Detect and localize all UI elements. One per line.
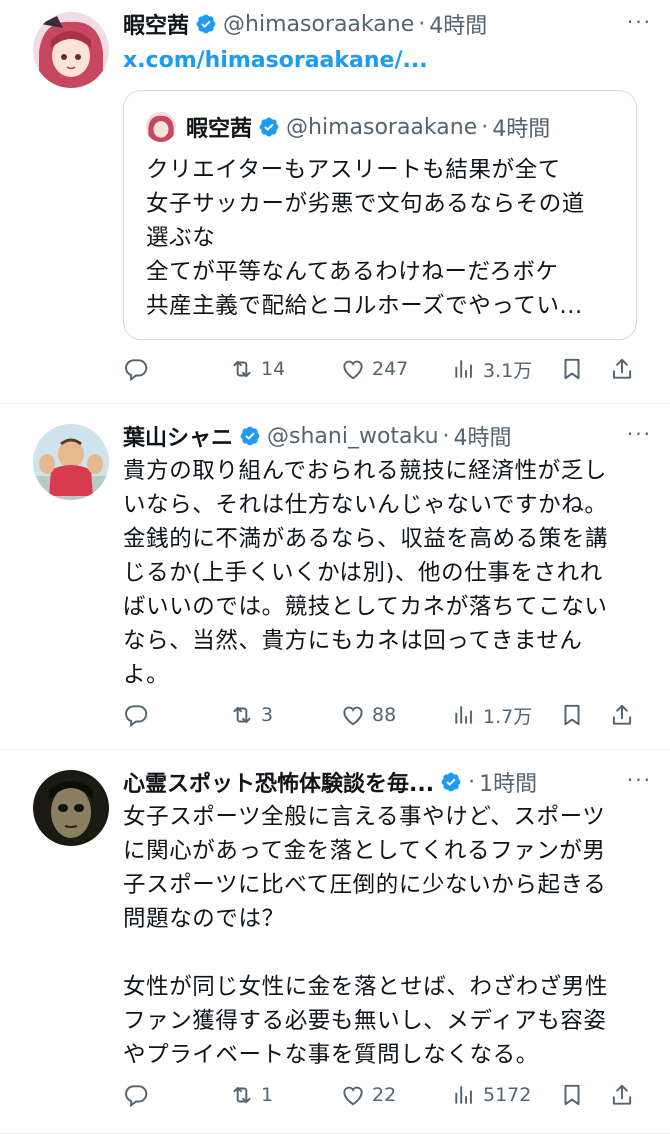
action-bar: 1 22 5172: [123, 1079, 642, 1111]
more-options-icon[interactable]: ···: [627, 422, 652, 446]
bookmark-button[interactable]: [559, 356, 585, 382]
retweet-icon: [229, 1082, 255, 1108]
avatar[interactable]: [33, 424, 109, 500]
like-button[interactable]: 22: [340, 1082, 396, 1108]
display-name[interactable]: 暇空茜: [123, 8, 189, 40]
share-button[interactable]: [609, 702, 635, 728]
like-icon: [340, 702, 366, 728]
quoted-avatar: [146, 112, 176, 142]
reply-icon: [123, 702, 149, 728]
reply-button[interactable]: [123, 702, 149, 728]
retweet-icon: [229, 356, 255, 382]
share-button[interactable]: [609, 1082, 635, 1108]
separator: ·: [418, 11, 426, 37]
separator: ·: [468, 769, 476, 795]
quoted-timestamp: 4時間: [492, 117, 551, 142]
retweet-button[interactable]: 1: [229, 1082, 273, 1108]
avatar[interactable]: [33, 770, 109, 846]
avatar[interactable]: [33, 12, 109, 88]
verified-badge-icon: [195, 13, 217, 35]
share-icon: [609, 356, 635, 382]
like-count: 22: [372, 1084, 397, 1106]
quoted-text: クリエイターもアスリートも結果が全て 女子サッカーが劣悪で文句あるならその道 選…: [146, 157, 585, 319]
views-button[interactable]: 3.1万: [451, 356, 532, 383]
reply-button[interactable]: [123, 1082, 149, 1108]
bookmark-icon: [559, 356, 585, 382]
views-icon: [451, 1082, 477, 1108]
view-count: 1.7万: [483, 705, 533, 728]
retweet-icon: [229, 702, 255, 728]
more-options-icon[interactable]: ···: [627, 10, 652, 34]
view-count: 3.1万: [483, 359, 533, 382]
timestamp[interactable]: 4時間: [429, 8, 487, 40]
views-button[interactable]: 1.7万: [451, 702, 532, 729]
tweet-header: 心霊スポット恐怖体験談を毎... · 1時間 ···: [123, 764, 652, 800]
tweet-link[interactable]: x.com/himasoraakane/...: [123, 48, 652, 73]
timestamp[interactable]: 4時間: [454, 420, 512, 452]
bookmark-button[interactable]: [559, 702, 585, 728]
like-count: 247: [372, 358, 409, 380]
tweet[interactable]: 暇空茜 @himasoraakane · 4時間 ··· x.com/himas…: [0, 0, 670, 404]
quoted-handle: @himasoraakane: [286, 114, 478, 140]
more-options-icon[interactable]: ···: [627, 768, 652, 792]
like-button[interactable]: 247: [340, 356, 408, 382]
retweet-button[interactable]: 3: [229, 702, 273, 728]
handle[interactable]: @himasoraakane: [223, 12, 414, 37]
bookmark-button[interactable]: [559, 1082, 585, 1108]
tweet[interactable]: 葉山シャニ @shani_wotaku · 4時間 ··· 貴方の取り組んでおら…: [0, 404, 670, 750]
tweet-text: 女子スポーツ全般に言える事やけど、スポーツ に関心があって金を落としてくれるファ…: [123, 804, 609, 1068]
verified-badge-icon: [258, 116, 280, 138]
tweet-header: 暇空茜 @himasoraakane · 4時間 ···: [123, 6, 652, 42]
bookmark-icon: [559, 1082, 585, 1108]
retweet-count: 14: [261, 358, 286, 380]
retweet-button[interactable]: 14: [229, 356, 285, 382]
reply-icon: [123, 1082, 149, 1108]
views-button[interactable]: 5172: [451, 1082, 531, 1108]
like-button[interactable]: 88: [340, 702, 396, 728]
separator: ·: [481, 114, 489, 140]
bookmark-icon: [559, 702, 585, 728]
like-count: 88: [372, 704, 397, 726]
reply-button[interactable]: [123, 356, 149, 382]
tweet-text: 貴方の取り組んでおられる競技に経済性が乏し いなら、それは仕方ないんじゃないです…: [123, 458, 609, 688]
retweet-count: 3: [261, 704, 274, 726]
handle[interactable]: @shani_wotaku: [267, 424, 439, 449]
separator: ·: [442, 423, 450, 449]
share-icon: [609, 1082, 635, 1108]
action-bar: 14 247 3.1万: [123, 353, 642, 385]
like-icon: [340, 1082, 366, 1108]
retweet-count: 1: [261, 1084, 274, 1106]
quoted-tweet[interactable]: 暇空茜 @himasoraakane · 4時間 クリエイターもアスリートも結果…: [123, 90, 637, 340]
display-name[interactable]: 葉山シャニ: [123, 420, 233, 452]
share-button[interactable]: [609, 356, 635, 382]
views-icon: [451, 356, 477, 382]
like-icon: [340, 356, 366, 382]
verified-badge-icon: [239, 425, 261, 447]
views-icon: [451, 702, 477, 728]
verified-badge-icon: [440, 771, 462, 793]
reply-icon: [123, 356, 149, 382]
timestamp[interactable]: 1時間: [479, 766, 537, 798]
tweet[interactable]: 心霊スポット恐怖体験談を毎... · 1時間 ··· 女子スポーツ全般に言える事…: [0, 750, 670, 1134]
quoted-display-name: 暇空茜: [186, 117, 253, 142]
view-count: 5172: [483, 1084, 532, 1106]
action-bar: 3 88 1.7万: [123, 699, 642, 731]
tweet-header: 葉山シャニ @shani_wotaku · 4時間 ···: [123, 418, 652, 454]
share-icon: [609, 702, 635, 728]
display-name[interactable]: 心霊スポット恐怖体験談を毎...: [123, 766, 434, 798]
